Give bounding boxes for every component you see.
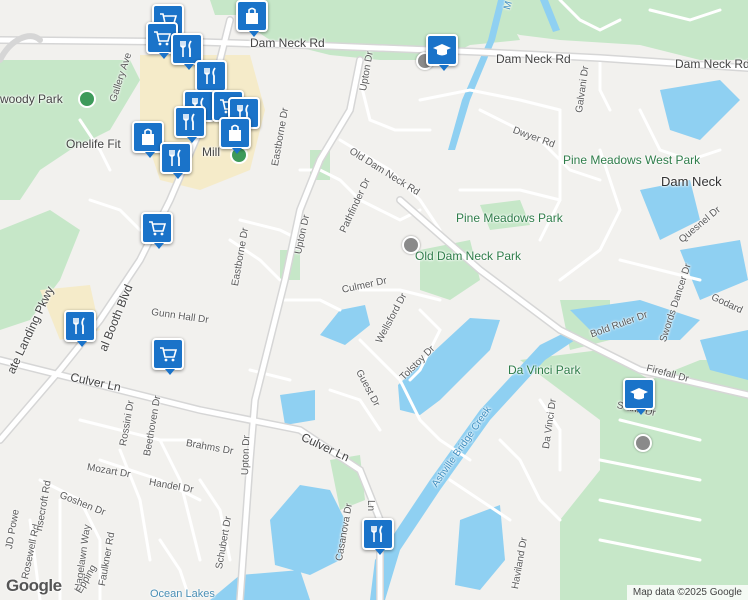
shopping-bag-icon[interactable] bbox=[236, 0, 268, 37]
shopping-cart-icon[interactable] bbox=[141, 212, 173, 249]
label-pine-meadows-park: Pine Meadows Park bbox=[456, 211, 563, 225]
label-old-dam-neck-park: Old Dam Neck Park bbox=[415, 249, 522, 263]
school-icon[interactable] bbox=[426, 34, 458, 71]
restaurant-icon[interactable] bbox=[195, 60, 227, 97]
poi-square-icon[interactable] bbox=[402, 236, 420, 254]
label-ocean-lakes: Ocean Lakes bbox=[150, 588, 215, 600]
map-attribution[interactable]: Map data ©2025 Google bbox=[626, 585, 748, 600]
label-pine-meadows-west-park: Pine Meadows West Park bbox=[563, 153, 701, 167]
label-woody-park: woody Park bbox=[0, 92, 63, 106]
shopping-cart-icon[interactable] bbox=[152, 338, 184, 375]
restaurant-icon[interactable] bbox=[362, 518, 394, 555]
label-dam-neck-rd-east: Dam Neck Rd bbox=[496, 52, 571, 66]
restaurant-icon[interactable] bbox=[160, 142, 192, 179]
label-dam-neck-area: Dam Neck bbox=[661, 174, 722, 189]
school-icon[interactable] bbox=[623, 378, 655, 415]
label-ln: Ln bbox=[365, 500, 376, 512]
google-logo[interactable]: Google bbox=[6, 576, 62, 596]
restaurant-icon[interactable] bbox=[64, 310, 96, 347]
label-upton-dr-south: Upton Dr bbox=[240, 435, 253, 476]
park-poi-icon[interactable] bbox=[78, 90, 96, 108]
label-dam-neck-rd-west: Dam Neck Rd bbox=[250, 36, 325, 50]
label-dam-neck-rd-far-east: Dam Neck Rd bbox=[675, 57, 748, 71]
label-da-vinci-park: Da Vinci Park bbox=[508, 363, 581, 377]
restaurant-icon[interactable] bbox=[174, 106, 206, 143]
label-mill: Mill bbox=[202, 145, 220, 159]
school-poi-icon[interactable] bbox=[634, 434, 652, 452]
shopping-bag-icon[interactable] bbox=[219, 117, 251, 154]
label-onelife-fitness: Onelife Fit bbox=[66, 137, 121, 151]
